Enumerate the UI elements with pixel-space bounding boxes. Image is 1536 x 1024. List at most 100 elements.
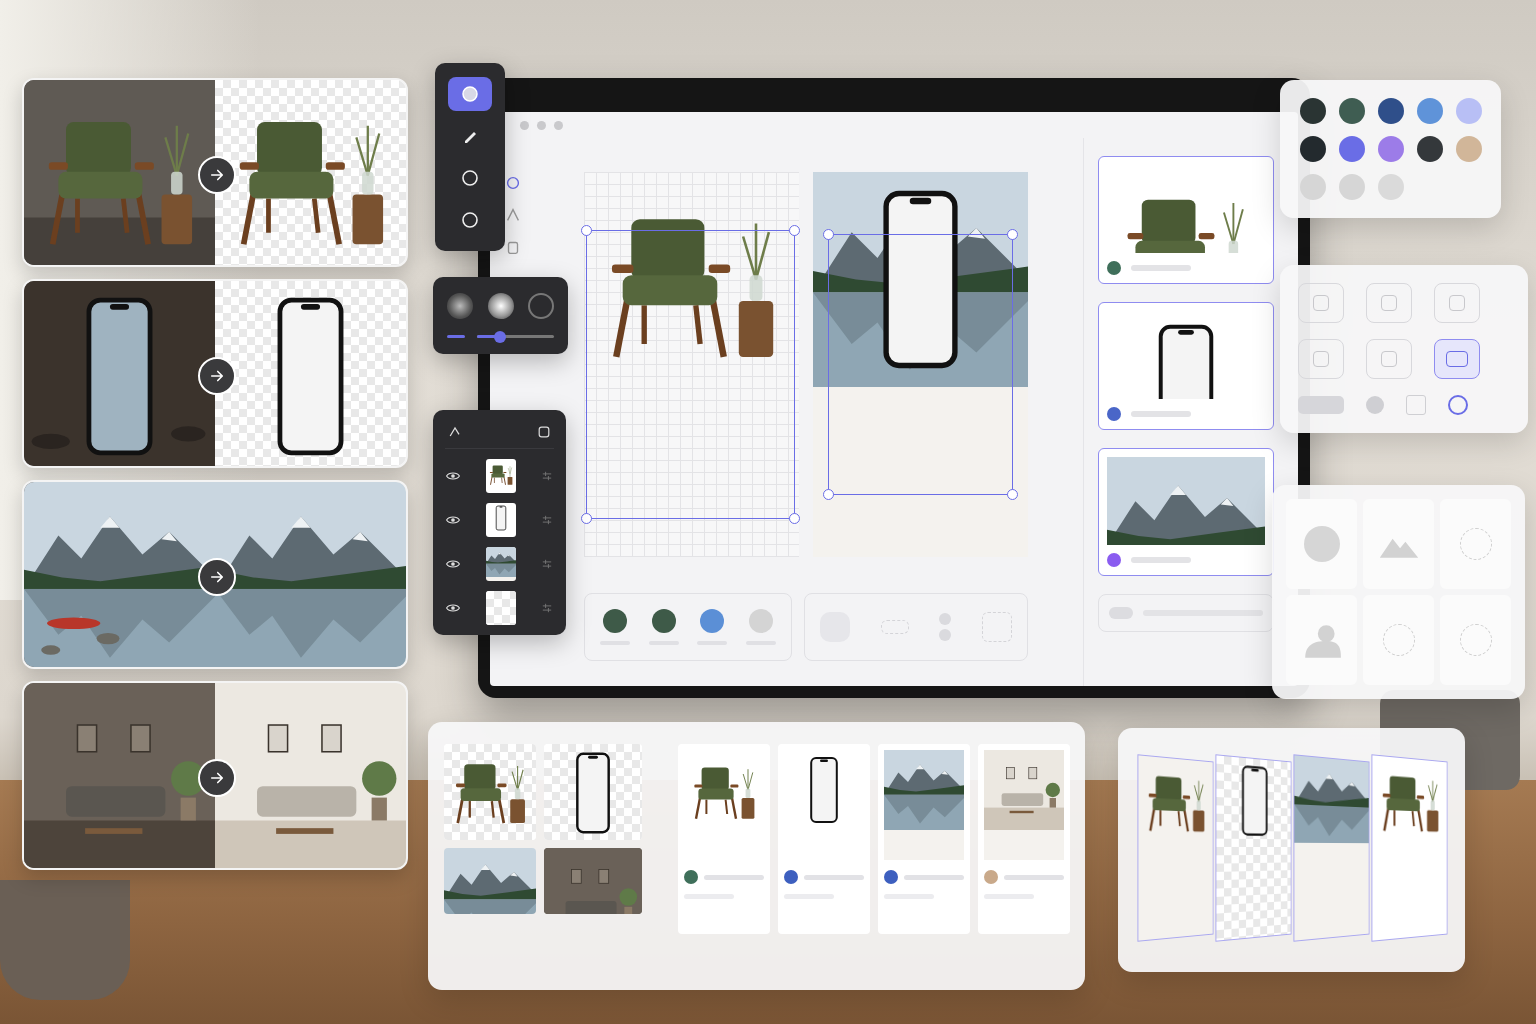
resize-handle[interactable] — [789, 513, 800, 524]
window-dot[interactable] — [537, 121, 546, 130]
input-image[interactable] — [444, 848, 536, 914]
placeholder-line — [984, 894, 1034, 899]
color-swatch[interactable] — [1339, 174, 1365, 200]
layer-row[interactable] — [445, 459, 554, 493]
adjust-icon[interactable] — [540, 557, 554, 571]
output-card[interactable] — [678, 744, 770, 934]
eye-icon[interactable] — [445, 556, 461, 572]
asset-card[interactable] — [1098, 156, 1274, 284]
bag-icon[interactable] — [504, 238, 522, 256]
color-swatch[interactable] — [1417, 136, 1443, 162]
ellipse-tool[interactable] — [448, 161, 492, 195]
window-dot[interactable] — [520, 121, 529, 130]
color-swatch[interactable] — [1300, 98, 1326, 124]
blob-icon[interactable] — [820, 612, 850, 642]
stack-layer[interactable] — [1371, 754, 1447, 942]
pen-icon[interactable] — [447, 424, 463, 440]
color-swatch[interactable] — [1378, 174, 1404, 200]
circle-icon[interactable] — [504, 174, 522, 192]
layer-row[interactable] — [445, 591, 554, 625]
placeholder-line — [784, 894, 834, 899]
search-bar[interactable] — [1098, 594, 1274, 632]
brush-preset[interactable] — [488, 293, 514, 319]
input-image[interactable] — [544, 744, 642, 840]
asset-card[interactable] — [1098, 448, 1274, 576]
ring-icon[interactable] — [1448, 395, 1468, 415]
before-after-card[interactable] — [22, 681, 408, 870]
output-card[interactable] — [778, 744, 870, 934]
brush-size-slider[interactable] — [477, 335, 554, 338]
ellipse-tool[interactable] — [448, 203, 492, 237]
color-swatch[interactable] — [1456, 98, 1482, 124]
canvas-frame[interactable] — [813, 172, 1028, 557]
layout-option[interactable] — [1298, 339, 1344, 379]
layout-option[interactable] — [1298, 283, 1344, 323]
adjust-icon[interactable] — [540, 469, 554, 483]
color-swatch[interactable] — [1300, 174, 1326, 200]
color-swatch[interactable] — [603, 609, 627, 633]
square-icon[interactable] — [1406, 395, 1426, 415]
input-image[interactable] — [544, 848, 642, 914]
selection-box[interactable] — [586, 230, 795, 519]
pen-icon[interactable] — [504, 206, 522, 224]
color-swatch[interactable] — [1339, 98, 1365, 124]
color-swatch[interactable] — [1417, 98, 1443, 124]
before-after-card[interactable] — [22, 78, 408, 267]
stack-layer[interactable] — [1137, 754, 1213, 942]
select-tool[interactable] — [448, 77, 492, 111]
selection-box[interactable] — [828, 234, 1013, 496]
output-card[interactable] — [878, 744, 970, 934]
color-palette — [1280, 80, 1501, 218]
dot-icon[interactable] — [1366, 396, 1384, 414]
color-swatch[interactable] — [1300, 136, 1326, 162]
resize-handle[interactable] — [581, 225, 592, 236]
resize-handle[interactable] — [823, 229, 834, 240]
canvas-frame[interactable] — [584, 172, 799, 557]
layout-option[interactable] — [1434, 283, 1480, 323]
brush-panel — [433, 277, 568, 354]
adjust-icon[interactable] — [540, 601, 554, 615]
layout-option[interactable] — [1366, 339, 1412, 379]
asset-tile[interactable] — [1286, 595, 1357, 685]
pill-icon[interactable] — [881, 620, 909, 634]
asset-tile[interactable] — [1440, 499, 1511, 589]
brush-preset[interactable] — [447, 293, 473, 319]
asset-tile[interactable] — [1363, 595, 1434, 685]
eye-icon[interactable] — [445, 600, 461, 616]
color-swatch[interactable] — [652, 609, 676, 633]
resize-handle[interactable] — [789, 225, 800, 236]
square-icon[interactable] — [982, 612, 1012, 642]
color-swatch[interactable] — [1456, 136, 1482, 162]
layer-row[interactable] — [445, 503, 554, 537]
pill-icon[interactable] — [1298, 396, 1344, 414]
asset-card[interactable] — [1098, 302, 1274, 430]
asset-tile[interactable] — [1286, 499, 1357, 589]
brush-preset[interactable] — [528, 293, 554, 319]
window-dot[interactable] — [554, 121, 563, 130]
color-swatch[interactable] — [1378, 136, 1404, 162]
pen-tool[interactable] — [448, 119, 492, 153]
adjust-icon[interactable] — [540, 513, 554, 527]
before-after-card[interactable] — [22, 279, 408, 468]
before-after-card[interactable] — [22, 480, 408, 669]
resize-handle[interactable] — [1007, 229, 1018, 240]
square-icon[interactable] — [536, 424, 552, 440]
resize-handle[interactable] — [581, 513, 592, 524]
placeholder-line — [904, 875, 964, 880]
output-card[interactable] — [978, 744, 1070, 934]
layout-option[interactable] — [1434, 339, 1480, 379]
eye-icon[interactable] — [445, 468, 461, 484]
color-swatch[interactable] — [749, 609, 773, 633]
asset-tile[interactable] — [1440, 595, 1511, 685]
stack-layer[interactable] — [1293, 754, 1369, 942]
asset-tile[interactable] — [1363, 499, 1434, 589]
input-image[interactable] — [444, 744, 536, 840]
layer-row[interactable] — [445, 547, 554, 581]
color-swatch[interactable] — [700, 609, 724, 633]
stack-layer[interactable] — [1215, 754, 1291, 942]
color-swatch[interactable] — [1378, 98, 1404, 124]
dots-icon[interactable] — [939, 613, 951, 641]
eye-icon[interactable] — [445, 512, 461, 528]
color-swatch[interactable] — [1339, 136, 1365, 162]
layout-option[interactable] — [1366, 283, 1412, 323]
